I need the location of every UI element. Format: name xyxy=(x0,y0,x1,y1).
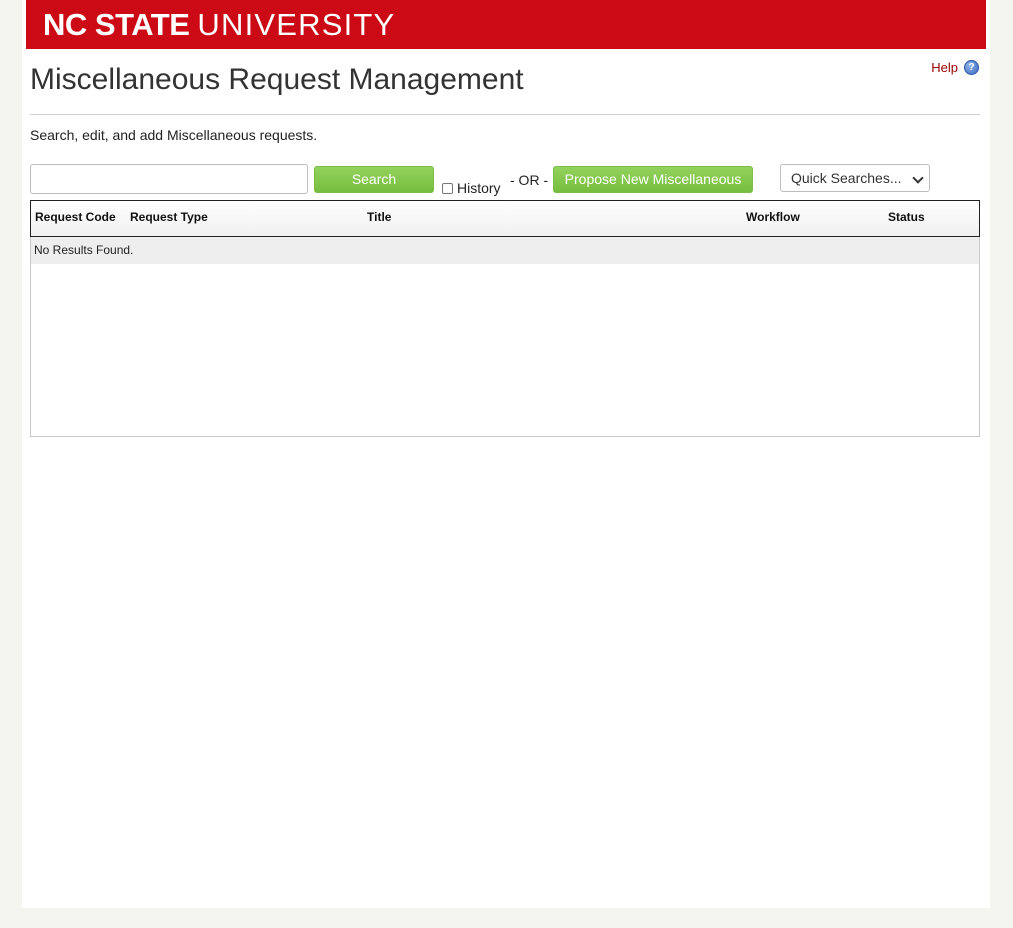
results-table: Request Code Request Type Title Workflow… xyxy=(30,200,980,437)
column-header-status[interactable]: Status xyxy=(888,210,925,224)
page-description: Search, edit, and add Miscellaneous requ… xyxy=(30,127,318,143)
history-label: History xyxy=(457,180,501,196)
column-header-title[interactable]: Title xyxy=(367,210,391,224)
nc-state-university-logo[interactable]: NC STATE UNIVERSITY xyxy=(43,7,395,43)
history-checkbox[interactable] xyxy=(442,182,453,194)
logo-text-bold: NC STATE xyxy=(43,7,190,42)
brand-header-bar: NC STATE UNIVERSITY xyxy=(26,0,986,49)
chevron-down-icon xyxy=(912,172,924,184)
propose-new-miscellaneous-button[interactable]: Propose New Miscellaneous xyxy=(553,166,753,193)
no-results-row: No Results Found. xyxy=(31,237,979,264)
history-toggle[interactable]: History xyxy=(442,180,501,196)
help-link-label: Help xyxy=(931,60,958,75)
search-button[interactable]: Search xyxy=(314,166,434,193)
quick-searches-selected-value: Quick Searches... xyxy=(791,170,902,186)
page-title: Miscellaneous Request Management xyxy=(30,63,524,96)
column-header-request-type[interactable]: Request Type xyxy=(130,210,208,224)
results-table-header: Request Code Request Type Title Workflow… xyxy=(30,200,980,237)
search-input[interactable] xyxy=(30,164,308,194)
help-question-icon[interactable]: ? xyxy=(964,60,979,75)
column-header-request-code[interactable]: Request Code xyxy=(35,210,116,224)
column-header-workflow[interactable]: Workflow xyxy=(746,210,800,224)
quick-searches-select[interactable]: Quick Searches... xyxy=(780,164,930,192)
or-separator: - OR - xyxy=(510,172,549,188)
help-link[interactable]: Help ? xyxy=(931,60,979,75)
logo-text-light: UNIVERSITY xyxy=(197,7,396,42)
page-container: NC STATE UNIVERSITY Help ? Miscellaneous … xyxy=(22,0,990,908)
title-divider xyxy=(30,114,980,115)
